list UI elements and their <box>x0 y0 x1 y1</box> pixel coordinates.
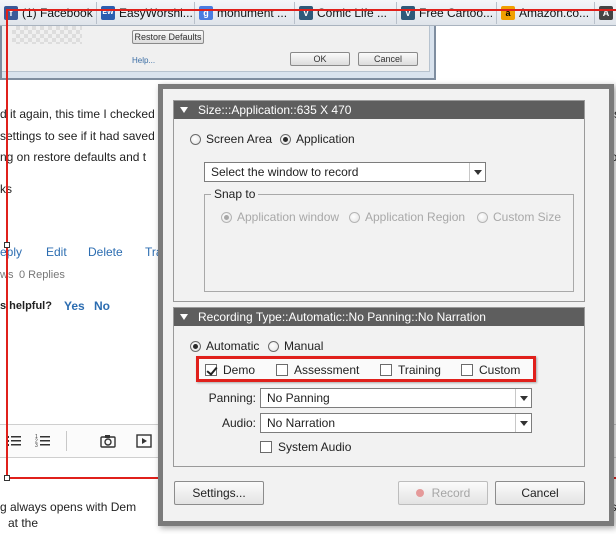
cancel-button[interactable]: Cancel <box>495 481 585 505</box>
radio-indicator <box>190 133 201 145</box>
training-label: Training <box>398 363 441 377</box>
radio-indicator <box>477 211 488 223</box>
audio-select[interactable]: No Narration <box>260 413 532 433</box>
demo-label: Demo <box>223 363 256 377</box>
recording-type-panel: Recording Type::Automatic::No Panning::N… <box>173 307 585 467</box>
audio-select-value: No Narration <box>267 416 336 430</box>
snap-custom-size-radio[interactable]: Custom Size <box>477 210 561 224</box>
snap-option-label: Application Region <box>365 210 466 224</box>
size-panel-title: Size:::Application::635 X 470 <box>198 103 352 117</box>
settings-button-label: Settings... <box>192 486 246 500</box>
application-radio[interactable]: Application <box>280 132 355 146</box>
recording-options-dialog: Size:::Application::635 X 470 Screen Are… <box>158 84 614 526</box>
resize-handle[interactable] <box>4 475 10 481</box>
training-checkbox[interactable]: Training <box>380 363 441 377</box>
system-audio-checkbox[interactable]: System Audio <box>260 440 351 454</box>
screen-area-radio[interactable]: Screen Area <box>190 132 272 146</box>
audio-label: Audio: <box>221 416 256 430</box>
collapse-triangle-icon <box>180 314 188 320</box>
snap-application-window-radio[interactable]: Application window <box>221 210 339 224</box>
assessment-label: Assessment <box>294 363 360 377</box>
record-button[interactable]: Record <box>398 481 488 505</box>
radio-indicator <box>280 133 291 145</box>
panning-select[interactable]: No Panning <box>260 388 532 408</box>
snap-application-region-radio[interactable]: Application Region <box>349 210 465 224</box>
system-audio-label: System Audio <box>278 440 352 454</box>
recording-type-title: Recording Type::Automatic::No Panning::N… <box>198 310 486 324</box>
record-dot-icon <box>415 489 424 497</box>
checkbox-indicator <box>380 364 392 376</box>
panning-label: Panning: <box>208 391 256 405</box>
checkbox-indicator <box>205 364 217 376</box>
chevron-down-icon <box>515 414 531 432</box>
settings-button[interactable]: Settings... <box>174 481 264 505</box>
collapse-triangle-icon <box>180 107 188 113</box>
cancel-button-label: Cancel <box>521 486 559 500</box>
chevron-down-icon <box>515 389 531 407</box>
screen-area-label: Screen Area <box>206 132 273 146</box>
snap-option-label: Application window <box>237 210 340 224</box>
checkbox-indicator <box>276 364 288 376</box>
recording-type-header[interactable]: Recording Type::Automatic::No Panning::N… <box>174 308 584 326</box>
window-select-value: Select the window to record <box>211 165 359 179</box>
application-label: Application <box>296 132 355 146</box>
resize-handle[interactable] <box>4 242 10 248</box>
record-button-label: Record <box>431 486 471 500</box>
radio-indicator <box>268 340 279 352</box>
radio-indicator <box>190 340 201 352</box>
custom-label: Custom <box>479 363 521 377</box>
bottom-line-1: g always opens with Dem <box>0 500 137 514</box>
demo-checkbox[interactable]: Demo <box>205 363 255 377</box>
snap-option-label: Custom Size <box>493 210 562 224</box>
checkbox-indicator <box>461 364 473 376</box>
panning-select-value: No Panning <box>267 391 330 405</box>
window-select[interactable]: Select the window to record <box>204 162 486 182</box>
checkbox-indicator <box>260 441 272 453</box>
chevron-down-icon <box>469 163 485 181</box>
snap-to-label: Snap to <box>211 187 259 201</box>
manual-radio[interactable]: Manual <box>268 339 323 353</box>
automatic-label: Automatic <box>206 339 260 353</box>
radio-indicator <box>349 211 360 223</box>
assessment-checkbox[interactable]: Assessment <box>276 363 359 377</box>
snap-to-group: Snap to Application window Application R… <box>204 187 574 292</box>
automatic-radio[interactable]: Automatic <box>190 339 259 353</box>
radio-indicator <box>221 211 232 223</box>
manual-label: Manual <box>284 339 324 353</box>
size-panel: Size:::Application::635 X 470 Screen Are… <box>173 100 585 302</box>
size-panel-header[interactable]: Size:::Application::635 X 470 <box>174 101 584 119</box>
bottom-line-2: at the <box>8 516 39 530</box>
custom-checkbox[interactable]: Custom <box>461 363 520 377</box>
